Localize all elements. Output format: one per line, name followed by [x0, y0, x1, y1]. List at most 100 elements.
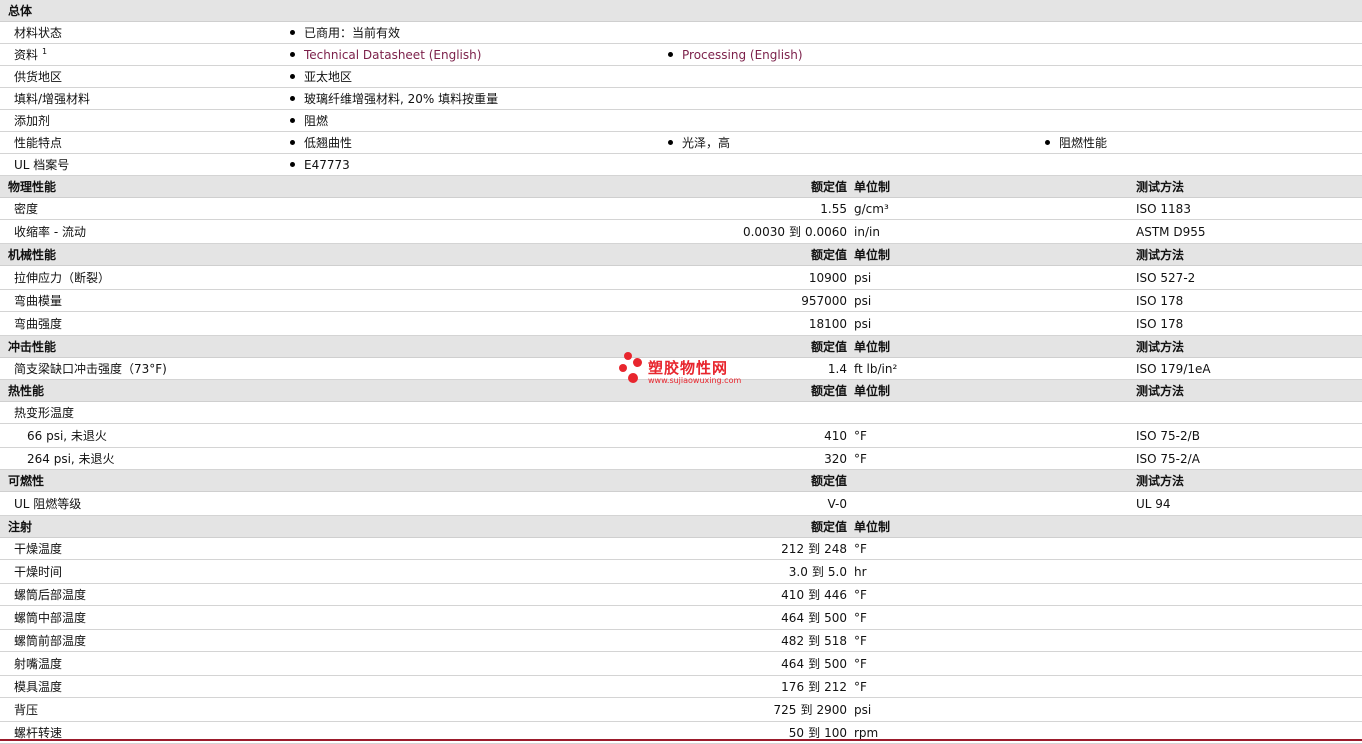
- nominal-value: 320: [824, 452, 847, 466]
- row-mold-temp: 模具温度 176 到 212 °F: [0, 676, 1362, 698]
- row-hdt-group: 热变形温度: [0, 402, 1362, 424]
- row-features: 性能特点 低翘曲性 光泽，高 阻燃性能: [0, 132, 1362, 154]
- test-method-header: 测试方法: [1136, 384, 1185, 398]
- unit-value: °F: [854, 634, 867, 648]
- section-header-flammability: 可燃性 额定值 测试方法: [0, 470, 1362, 492]
- test-method: ISO 179/1eA: [1136, 362, 1211, 376]
- bullet-icon: [290, 140, 295, 145]
- technical-datasheet-link[interactable]: Technical Datasheet (English): [304, 48, 481, 62]
- nominal-header: 额定值: [810, 384, 847, 398]
- row-label: 添加剂: [14, 114, 51, 128]
- test-method-header: 测试方法: [1136, 248, 1185, 262]
- bullet-icon: [1045, 140, 1050, 145]
- section-title: 总体: [8, 4, 33, 18]
- nominal-header: 额定值: [810, 474, 847, 488]
- nominal-value: 1.4: [827, 362, 847, 376]
- nominal-header: 额定值: [810, 520, 847, 534]
- row-region: 供货地区 亚太地区: [0, 66, 1362, 88]
- unit-header: 单位制: [854, 520, 891, 534]
- value-item: 阻燃性能: [1045, 132, 1107, 154]
- bullet-icon: [290, 118, 295, 123]
- section-header-physical: 物理性能 额定值 单位制 测试方法: [0, 176, 1362, 198]
- row-filler: 填料/增强材料 玻璃纤维增强材料, 20% 填料按重量: [0, 88, 1362, 110]
- nominal-range: 464 到 500: [781, 657, 847, 671]
- row-label: 射嘴温度: [14, 657, 63, 671]
- section-header-mechanical: 机械性能 额定值 单位制 测试方法: [0, 244, 1362, 266]
- nominal-value: 18100: [808, 317, 847, 331]
- row-back-pressure: 背压 725 到 2900 psi: [0, 698, 1362, 722]
- row-label: 拉伸应力（断裂）: [14, 271, 111, 285]
- value-item: 阻燃: [290, 110, 328, 132]
- test-method-header: 测试方法: [1136, 180, 1185, 194]
- section-title: 机械性能: [8, 248, 57, 262]
- test-method: ISO 75-2/B: [1136, 429, 1200, 443]
- unit-value: psi: [854, 317, 872, 331]
- unit-value: psi: [854, 271, 872, 285]
- row-label: 密度: [14, 202, 39, 216]
- watermark-logo: 塑胶物性网 www.sujiaowuxing.com: [618, 352, 748, 388]
- nominal-range: 3.0 到 5.0: [788, 565, 847, 579]
- row-label: 干燥时间: [14, 565, 63, 579]
- nominal-range: 212 到 248: [781, 542, 847, 556]
- processing-link[interactable]: Processing (English): [682, 48, 803, 62]
- doc-link-item: Processing (English): [668, 44, 803, 66]
- row-label: 填料/增强材料: [14, 92, 91, 106]
- section-title: 物理性能: [8, 180, 57, 194]
- row-label: 性能特点: [14, 136, 63, 150]
- test-method: UL 94: [1136, 497, 1171, 511]
- row-label: 供货地区: [14, 70, 63, 84]
- value-item: 低翘曲性: [290, 132, 352, 154]
- molecule-icon: [618, 352, 646, 386]
- value-item: 亚太地区: [290, 66, 352, 88]
- row-shrinkage: 收缩率 - 流动 0.0030 到 0.0060 in/in ASTM D955: [0, 220, 1362, 244]
- row-label: 螺筒中部温度: [14, 611, 87, 625]
- row-label: UL 档案号: [14, 158, 70, 172]
- bullet-icon: [290, 96, 295, 101]
- row-label: 264 psi, 未退火: [27, 452, 115, 466]
- row-label: 弯曲强度: [14, 317, 63, 331]
- nominal-range: 482 到 518: [781, 634, 847, 648]
- row-label: 资料 1: [14, 47, 48, 62]
- bullet-icon: [290, 30, 295, 35]
- row-label: 干燥温度: [14, 542, 63, 556]
- unit-value: °F: [854, 657, 867, 671]
- nominal-value: 1.55: [820, 202, 847, 216]
- watermark-url: www.sujiaowuxing.com: [648, 376, 742, 385]
- row-nozzle-temp: 射嘴温度 464 到 500 °F: [0, 652, 1362, 676]
- row-material-status: 材料状态 已商用：当前有效: [0, 22, 1362, 44]
- row-drying-temp: 干燥温度 212 到 248 °F: [0, 538, 1362, 560]
- test-method: ISO 1183: [1136, 202, 1191, 216]
- row-label: 简支梁缺口冲击强度（73°F): [14, 362, 167, 376]
- row-label: 材料状态: [14, 26, 63, 40]
- nominal-range: 410 到 446: [781, 588, 847, 602]
- row-flex-strength: 弯曲强度 18100 psi ISO 178: [0, 312, 1362, 336]
- row-middle-temp: 螺筒中部温度 464 到 500 °F: [0, 606, 1362, 630]
- test-method: ISO 75-2/A: [1136, 452, 1200, 466]
- nominal-range: 464 到 500: [781, 611, 847, 625]
- row-label: 模具温度: [14, 680, 63, 694]
- row-label: 背压: [14, 703, 39, 717]
- unit-value: g/cm³: [854, 202, 889, 216]
- nominal-value: 10900: [808, 271, 847, 285]
- row-label: 收缩率 - 流动: [14, 225, 86, 239]
- row-label: UL 阻燃等级: [14, 497, 82, 511]
- nominal-header: 额定值: [810, 180, 847, 194]
- bullet-icon: [290, 162, 295, 167]
- row-flex-modulus: 弯曲模量 957000 psi ISO 178: [0, 290, 1362, 312]
- section-title: 注射: [8, 520, 33, 534]
- test-method: ISO 178: [1136, 294, 1184, 308]
- bullet-icon: [668, 140, 673, 145]
- unit-header: 单位制: [854, 340, 891, 354]
- unit-header: 单位制: [854, 180, 891, 194]
- nominal-header: 额定值: [810, 248, 847, 262]
- unit-value: psi: [854, 294, 872, 308]
- unit-value: °F: [854, 588, 867, 602]
- test-method-header: 测试方法: [1136, 474, 1185, 488]
- row-drying-time: 干燥时间 3.0 到 5.0 hr: [0, 560, 1362, 584]
- nominal-value: V-0: [827, 497, 847, 511]
- section-header-general: 总体: [0, 0, 1362, 22]
- unit-value: °F: [854, 680, 867, 694]
- value-item: 光泽，高: [668, 132, 730, 154]
- group-label: 热变形温度: [14, 406, 75, 420]
- section-title: 冲击性能: [8, 340, 57, 354]
